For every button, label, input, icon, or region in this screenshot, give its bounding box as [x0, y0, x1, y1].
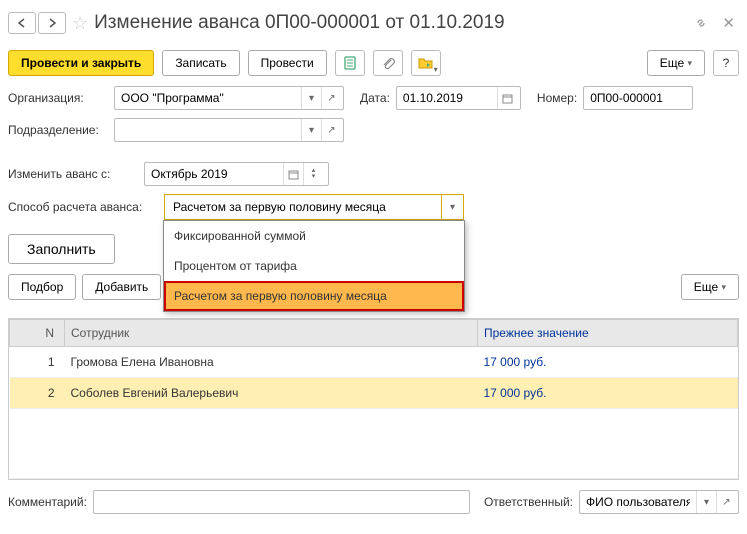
post-and-close-button[interactable]: Провести и закрыть — [8, 50, 154, 76]
change-from-spinner[interactable]: ▴▾ — [303, 163, 323, 185]
date-label: Дата: — [360, 91, 390, 105]
calc-method-input[interactable] — [165, 195, 441, 219]
responsible-label: Ответственный: — [484, 495, 573, 509]
department-input[interactable] — [115, 119, 301, 141]
cell-prev-value: 17 000 руб. — [478, 347, 738, 378]
organization-input[interactable] — [115, 87, 301, 109]
window-title: Изменение аванса 0П00-000001 от 01.10.20… — [94, 12, 684, 34]
department-label: Подразделение: — [8, 123, 108, 137]
calc-method-option-percent[interactable]: Процентом от тарифа — [164, 251, 464, 281]
folder-play-icon-button[interactable]: ▾ — [411, 50, 441, 76]
col-header-prev-value[interactable]: Прежнее значение — [478, 320, 738, 347]
table-empty-area — [10, 409, 738, 479]
calc-method-label: Способ расчета аванса: — [8, 200, 158, 214]
link-icon[interactable] — [690, 16, 712, 30]
pick-button[interactable]: Подбор — [8, 274, 76, 300]
organization-dropdown-button[interactable]: ▾ — [301, 87, 321, 109]
cell-n: 2 — [10, 378, 65, 409]
calc-method-dropdown-list: Фиксированной суммой Процентом от тарифа… — [163, 220, 465, 312]
date-input[interactable] — [397, 87, 497, 109]
change-from-input[interactable] — [145, 163, 283, 185]
favorite-star-icon[interactable]: ☆ — [72, 13, 88, 34]
date-picker-button[interactable] — [497, 87, 517, 109]
col-header-employee[interactable]: Сотрудник — [65, 320, 478, 347]
comment-label: Комментарий: — [8, 495, 87, 509]
cell-employee: Громова Елена Ивановна — [65, 347, 478, 378]
calc-method-option-fixed[interactable]: Фиксированной суммой — [164, 221, 464, 251]
number-input[interactable] — [584, 87, 690, 109]
nav-back-button[interactable] — [8, 12, 36, 34]
calc-method-option-firsthalf[interactable]: Расчетом за первую половину месяца — [164, 281, 464, 311]
attachment-icon-button[interactable] — [373, 50, 403, 76]
close-button[interactable]: ✕ — [718, 14, 739, 32]
post-button[interactable]: Провести — [248, 50, 327, 76]
report-icon-button[interactable] — [335, 50, 365, 76]
calc-method-select[interactable]: ▾ — [164, 194, 464, 220]
department-dropdown-button[interactable]: ▾ — [301, 119, 321, 141]
table-more-button[interactable]: Еще ▾ — [681, 274, 739, 300]
change-from-label: Изменить аванс с: — [8, 167, 138, 181]
change-from-calendar-button[interactable] — [283, 163, 303, 185]
organization-label: Организация: — [8, 91, 108, 105]
nav-forward-button[interactable] — [38, 12, 66, 34]
number-label: Номер: — [537, 91, 577, 105]
col-header-n[interactable]: N — [10, 320, 65, 347]
add-button[interactable]: Добавить — [82, 274, 161, 300]
cell-employee: Соболев Евгений Валерьевич — [65, 378, 478, 409]
responsible-input[interactable] — [580, 491, 696, 513]
cell-prev-value: 17 000 руб. — [478, 378, 738, 409]
responsible-open-button[interactable]: ↗ — [716, 491, 736, 513]
cell-n: 1 — [10, 347, 65, 378]
responsible-dropdown-button[interactable]: ▾ — [696, 491, 716, 513]
table-row[interactable]: 2 Соболев Евгений Валерьевич 17 000 руб. — [10, 378, 738, 409]
fill-button[interactable]: Заполнить — [8, 234, 115, 264]
write-button[interactable]: Записать — [162, 50, 239, 76]
department-open-button[interactable]: ↗ — [321, 119, 341, 141]
organization-open-button[interactable]: ↗ — [321, 87, 341, 109]
comment-input[interactable] — [94, 491, 469, 513]
more-button[interactable]: Еще ▾ — [647, 50, 705, 76]
help-button[interactable]: ? — [713, 50, 739, 76]
employees-table: N Сотрудник Прежнее значение 1 Громова Е… — [8, 318, 739, 480]
table-row[interactable]: 1 Громова Елена Ивановна 17 000 руб. — [10, 347, 738, 378]
calc-method-dropdown-button[interactable]: ▾ — [441, 195, 463, 219]
